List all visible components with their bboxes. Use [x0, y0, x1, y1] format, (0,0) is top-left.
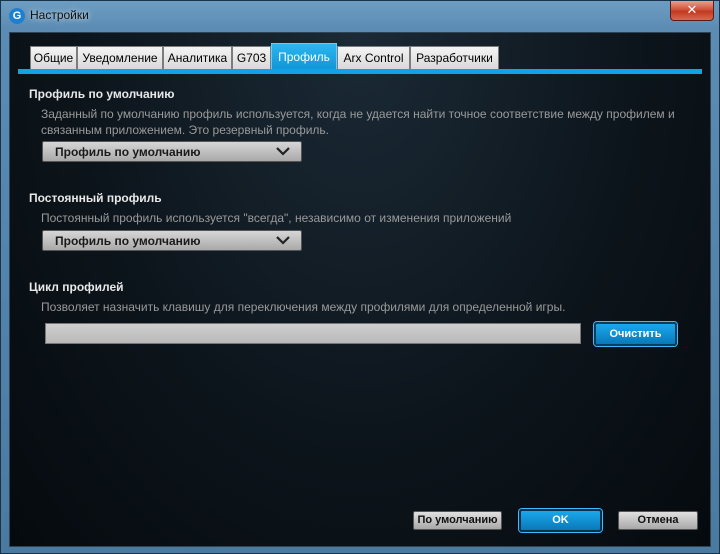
- tab-profile[interactable]: Профиль: [271, 43, 337, 70]
- tab-general[interactable]: Общие: [30, 46, 77, 69]
- profile-cycle-key-field[interactable]: [45, 323, 581, 344]
- settings-window: G Настройки ✕ Общие Уведомление Аналитик…: [0, 0, 720, 554]
- default-profile-description: Заданный по умолчанию профиль использует…: [41, 107, 675, 137]
- close-button[interactable]: ✕: [670, 1, 714, 21]
- window-title: Настройки: [30, 8, 89, 22]
- logitech-g-icon: G: [9, 8, 25, 24]
- chevron-down-icon: [276, 147, 290, 156]
- default-profile-selected: Профиль по умолчанию: [55, 145, 201, 159]
- persistent-profile-selected: Профиль по умолчанию: [55, 234, 201, 248]
- default-profile-title: Профиль по умолчанию: [29, 87, 175, 101]
- persistent-profile-description: Постоянный профиль используется "всегда"…: [41, 211, 512, 225]
- title-bar[interactable]: G Настройки ✕: [1, 1, 719, 31]
- tab-notifications[interactable]: Уведомление: [77, 46, 163, 69]
- ok-button[interactable]: OK: [519, 509, 602, 532]
- cancel-button[interactable]: Отмена: [618, 511, 698, 530]
- persistent-profile-dropdown[interactable]: Профиль по умолчанию: [42, 230, 302, 251]
- profile-cycle-description: Позволяет назначить клавишу для переключ…: [41, 300, 566, 314]
- clear-button[interactable]: Очистить: [594, 322, 677, 346]
- default-profile-dropdown[interactable]: Профиль по умолчанию: [42, 141, 302, 162]
- tab-g703[interactable]: G703: [232, 46, 271, 69]
- profile-cycle-title: Цикл профилей: [29, 280, 124, 294]
- chevron-down-icon: [276, 236, 290, 245]
- settings-panel: Общие Уведомление Аналитика G703 Профиль…: [9, 32, 711, 547]
- tab-analytics[interactable]: Аналитика: [163, 46, 232, 69]
- tab-arx-control[interactable]: Arx Control: [337, 46, 410, 69]
- persistent-profile-title: Постоянный профиль: [29, 191, 162, 205]
- tab-developers[interactable]: Разработчики: [410, 46, 499, 69]
- tab-underline: [18, 69, 702, 74]
- restore-defaults-button[interactable]: По умолчанию: [413, 511, 502, 530]
